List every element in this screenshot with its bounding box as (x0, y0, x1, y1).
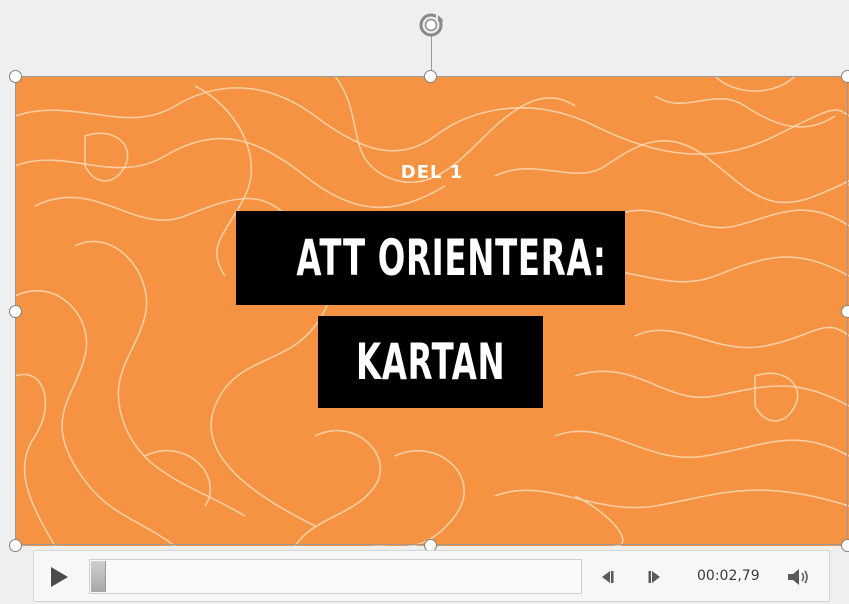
resize-handle-top-left[interactable] (9, 70, 22, 83)
slide-title-line-2-text: KARTAN (355, 333, 506, 391)
resize-handle-top-right[interactable] (841, 70, 849, 83)
slide-title-line-1-text: ATT ORIENTERA: (296, 229, 607, 287)
slide-kicker: DEL 1 (400, 162, 464, 183)
rotate-handle-icon[interactable] (416, 10, 446, 40)
rotation-stem (431, 36, 432, 70)
resize-handle-top-center[interactable] (424, 70, 437, 83)
resize-handle-bottom-right[interactable] (841, 539, 849, 552)
resize-handle-middle-left[interactable] (9, 305, 22, 318)
progress-bar[interactable] (89, 559, 582, 594)
step-back-icon[interactable] (598, 568, 616, 586)
slide-title-line-2: KARTAN (318, 316, 543, 408)
playback-time: 00:02,79 (697, 568, 760, 584)
step-forward-icon[interactable] (646, 568, 664, 586)
resize-handle-bottom-left[interactable] (9, 539, 22, 552)
progress-thumb[interactable] (91, 561, 106, 592)
play-icon[interactable] (48, 566, 70, 588)
slide-editor-canvas: DEL 1 ATT ORIENTERA: KARTAN 00:02,79 (0, 0, 849, 604)
resize-handle-middle-right[interactable] (841, 305, 849, 318)
volume-icon[interactable] (786, 566, 812, 588)
topographic-contour-pattern (15, 76, 849, 546)
slide-title-line-1: ATT ORIENTERA: (236, 211, 625, 305)
media-controls-bar: 00:02,79 (33, 550, 830, 602)
video-frame[interactable]: DEL 1 ATT ORIENTERA: KARTAN (15, 76, 849, 546)
